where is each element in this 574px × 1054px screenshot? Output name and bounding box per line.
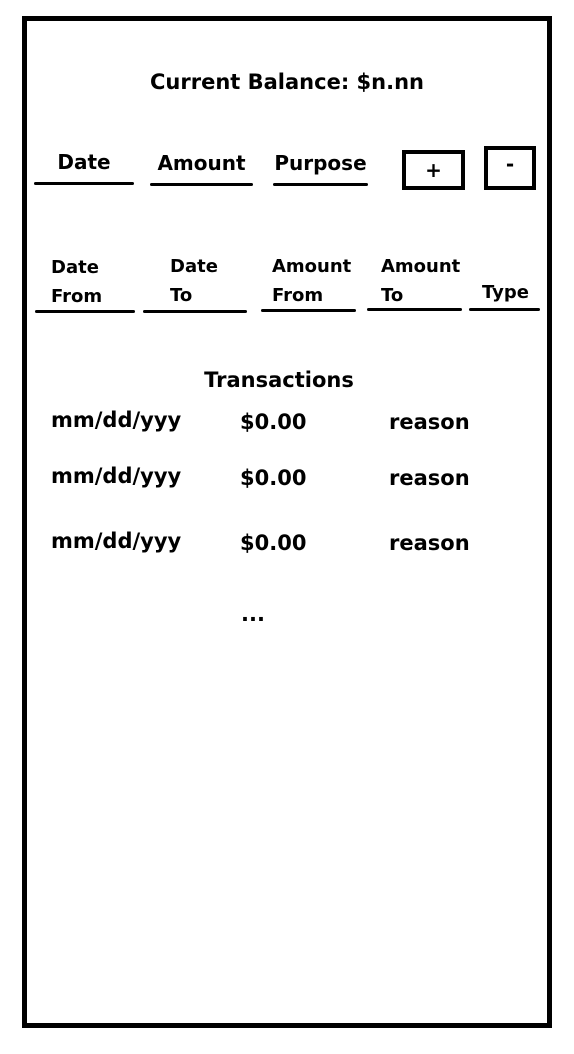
transaction-reason: reason <box>389 531 470 555</box>
filter-amount-to[interactable]: Amount To <box>367 252 462 314</box>
filter-date-from[interactable]: Date From <box>35 253 135 315</box>
subtract-transaction-button[interactable]: - <box>484 146 536 190</box>
transaction-reason: reason <box>389 410 470 434</box>
filter-amount-from-line2: From <box>272 285 324 306</box>
filter-date-from-line1: Date <box>51 257 99 278</box>
transaction-date: mm/dd/yyy <box>51 408 182 432</box>
add-transaction-button[interactable]: + <box>402 150 465 190</box>
transaction-amount: $0.00 <box>240 466 307 490</box>
filter-type-underline <box>469 308 540 311</box>
filter-amount-from[interactable]: Amount From <box>261 252 356 314</box>
date-field[interactable]: Date <box>34 150 134 188</box>
amount-field[interactable]: Amount <box>150 151 253 189</box>
transaction-date: mm/dd/yyy <box>51 464 182 488</box>
current-balance: Current Balance: $n.nn <box>150 70 424 94</box>
purpose-field-underline <box>273 183 368 186</box>
filter-date-to[interactable]: Date To <box>143 252 247 314</box>
more-transactions-indicator: ... <box>241 602 265 626</box>
filter-type-label: Type <box>482 282 529 303</box>
transaction-date: mm/dd/yyy <box>51 529 182 553</box>
transaction-amount: $0.00 <box>240 410 307 434</box>
filter-date-to-line1: Date <box>170 256 218 277</box>
filter-date-to-underline <box>143 310 247 313</box>
filter-date-to-line2: To <box>170 285 193 306</box>
amount-field-label: Amount <box>157 151 246 175</box>
filter-date-from-underline <box>35 310 135 313</box>
filter-amount-to-underline <box>367 308 462 311</box>
date-field-underline <box>34 182 134 185</box>
purpose-field-label: Purpose <box>274 151 367 175</box>
filter-amount-from-line1: Amount <box>272 256 352 277</box>
date-field-label: Date <box>57 150 111 174</box>
filter-date-from-line2: From <box>51 286 103 307</box>
purpose-field[interactable]: Purpose <box>273 151 368 189</box>
transactions-title: Transactions <box>204 368 354 392</box>
transaction-amount: $0.00 <box>240 531 307 555</box>
transaction-reason: reason <box>389 466 470 490</box>
filter-amount-from-underline <box>261 309 356 312</box>
filter-type[interactable]: Type <box>469 278 540 314</box>
amount-field-underline <box>150 183 253 186</box>
filter-amount-to-line1: Amount <box>381 256 461 277</box>
filter-amount-to-line2: To <box>381 285 404 306</box>
